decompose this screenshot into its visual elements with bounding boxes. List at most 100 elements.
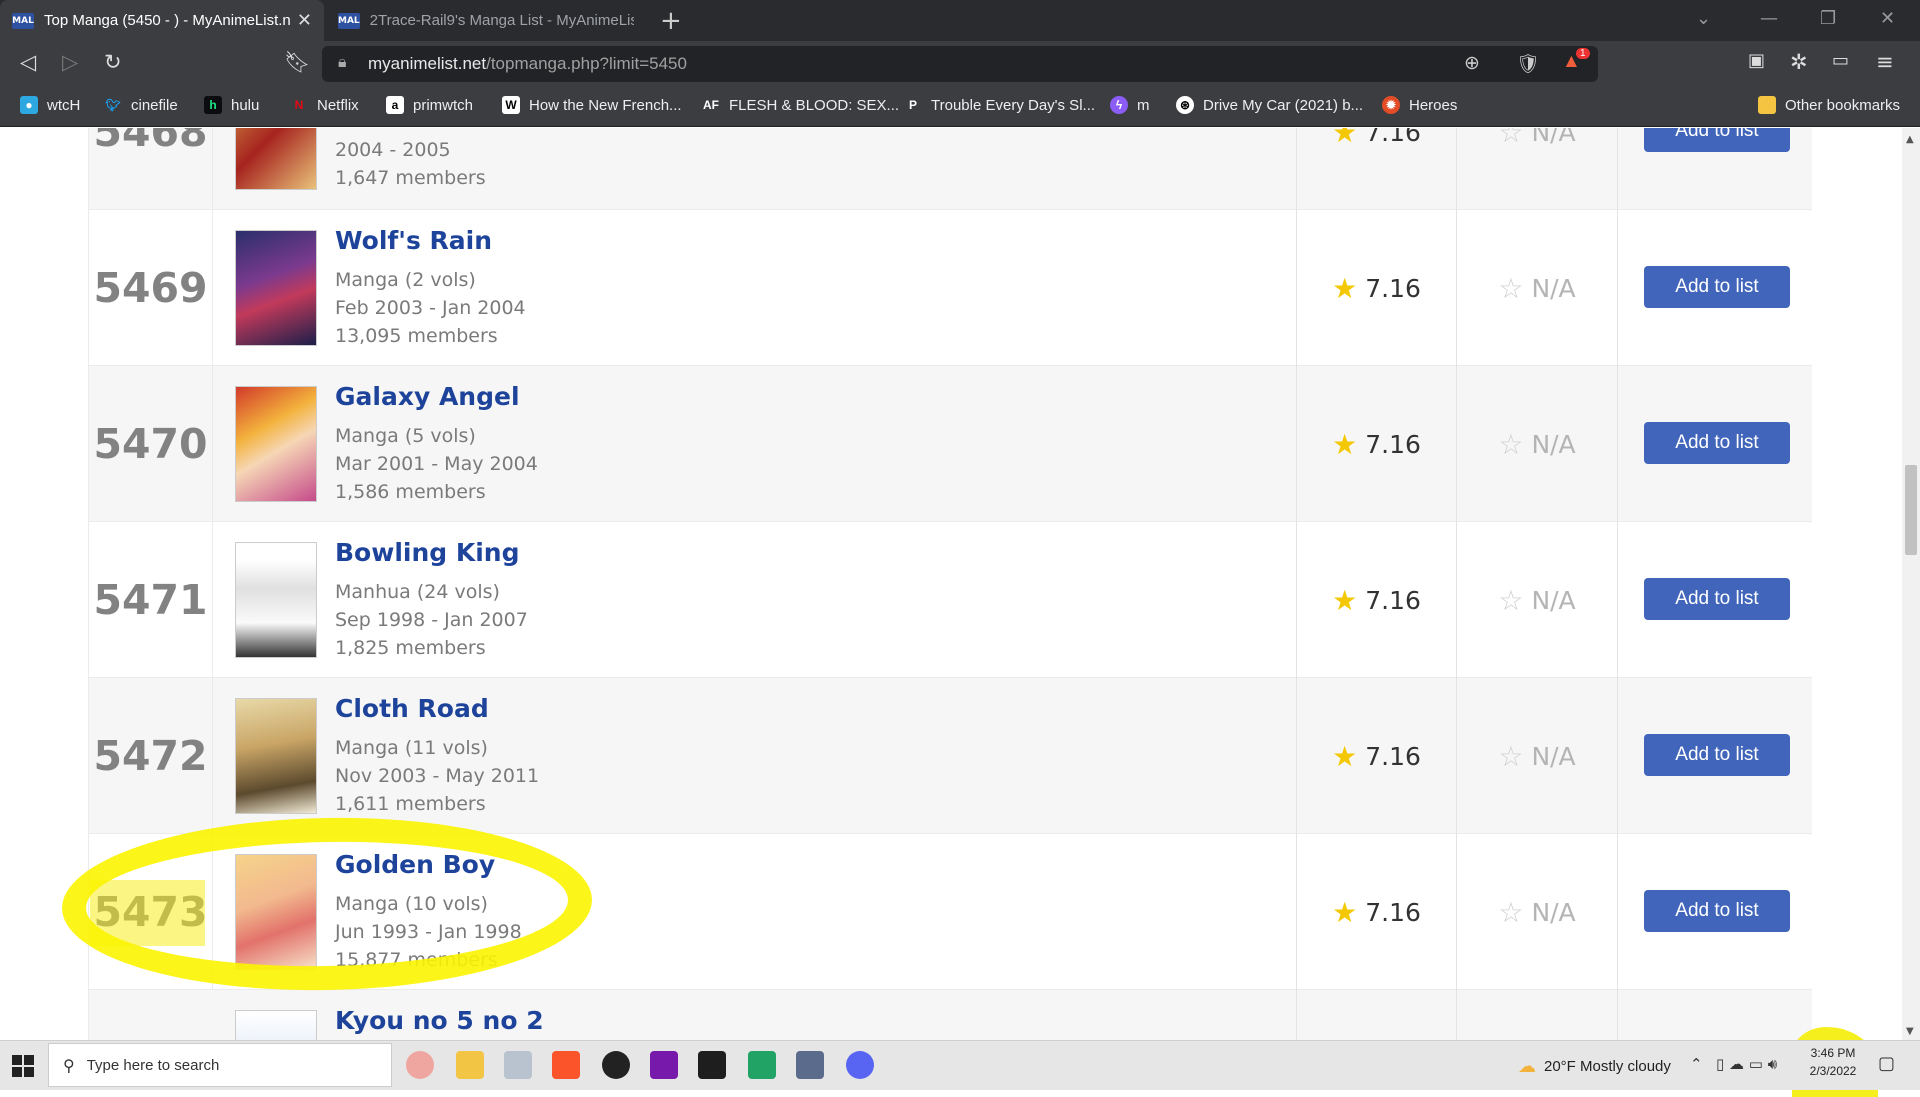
manga-cover-image[interactable] <box>235 1010 317 1040</box>
brave-browser-icon[interactable] <box>552 1051 580 1079</box>
star-empty-icon: ☆ <box>1498 427 1524 461</box>
manga-title-link[interactable]: Kyou no 5 no 2 <box>335 1006 544 1035</box>
media-player-icon[interactable] <box>602 1051 630 1079</box>
brave-shield-icon[interactable]: 🛡︎ <box>1516 52 1540 76</box>
spreadsheet-icon[interactable] <box>748 1051 776 1079</box>
table-row: 5470 Galaxy Angel Manga (5 vols) Mar 200… <box>88 366 1812 522</box>
bookmark-trouble-every-day[interactable]: P Trouble Every Day's Sl... <box>904 96 1095 114</box>
windows-start-icon[interactable] <box>12 1055 34 1077</box>
tab-top-manga[interactable]: MAL Top Manga (5450 - ) - MyAnimeList.n … <box>0 0 324 41</box>
tab-manga-list[interactable]: MAL 2Trace-Rail9's Manga List - MyAnimeL… <box>326 0 646 41</box>
close-tab-icon[interactable]: ✕ <box>297 10 312 31</box>
bookmark-flesh-and-blood[interactable]: AF FLESH & BLOOD: SEX... <box>702 96 899 114</box>
manga-dates: Feb 2003 - Jan 2004 <box>335 297 526 319</box>
add-to-list-button[interactable]: Add to list <box>1644 128 1790 152</box>
your-score-value: N/A <box>1531 429 1576 459</box>
address-bar[interactable]: 🔒︎ myanimelist.net/topmanga.php?limit=54… <box>322 46 1598 82</box>
manga-title-link[interactable]: Galaxy Angel <box>335 382 520 411</box>
menu-icon[interactable]: ≡ <box>1876 50 1894 74</box>
restore-icon[interactable]: ❐ <box>1820 8 1836 29</box>
manga-title-link[interactable]: Bowling King <box>335 538 520 567</box>
bookmark-how-the-new-french[interactable]: W How the New French... <box>502 96 682 114</box>
add-to-list-button[interactable]: Add to list <box>1644 578 1790 620</box>
manga-cover-image[interactable] <box>235 698 317 814</box>
folder-icon <box>1758 96 1776 114</box>
manga-members: 1,647 members <box>335 167 486 189</box>
tray-chevron-icon[interactable]: ⌃ <box>1690 1055 1703 1073</box>
other-bookmarks[interactable]: Other bookmarks <box>1758 96 1900 114</box>
add-to-list-button[interactable]: Add to list <box>1644 422 1790 464</box>
bookmark-heroes[interactable]: ✹ Heroes <box>1382 96 1457 114</box>
manga-members: 13,095 members <box>335 325 498 347</box>
your-score-cell: ☆ N/A <box>1457 210 1618 366</box>
forward-icon[interactable]: ▷ <box>62 50 78 74</box>
bookmark-m[interactable]: ϟm <box>1110 96 1150 114</box>
discord-icon[interactable] <box>846 1051 874 1079</box>
add-to-list-button[interactable]: Add to list <box>1644 890 1790 932</box>
scroll-down-icon[interactable]: ▼ <box>1906 1026 1914 1037</box>
bookmark-icon[interactable]: 🔖︎ <box>284 50 311 75</box>
window-close-icon[interactable]: ✕ <box>1880 8 1895 29</box>
back-icon[interactable]: ◁ <box>20 50 36 74</box>
tray-icons[interactable]: ▯ ☁ ▭ 🔊︎ <box>1716 1055 1777 1073</box>
bookmark-wtch[interactable]: ● wtcH <box>20 96 80 114</box>
snipping-tool-icon[interactable] <box>796 1051 824 1079</box>
manga-cover-image[interactable] <box>235 542 317 658</box>
bookmark-hulu[interactable]: h hulu <box>204 96 259 114</box>
minimize-icon[interactable]: — <box>1760 8 1778 29</box>
your-score-value: N/A <box>1531 273 1576 303</box>
your-score-cell: ☆ N/A <box>1457 522 1618 678</box>
wallet-icon[interactable]: ▭ <box>1832 50 1849 71</box>
manga-cover-image[interactable] <box>235 386 317 502</box>
reload-icon[interactable]: ↻ <box>104 50 122 74</box>
scroll-thumb[interactable] <box>1905 465 1917 555</box>
star-filled-icon: ★ <box>1332 739 1358 773</box>
score-value: 7.16 <box>1365 128 1421 147</box>
score-cell: ★ 7.16 <box>1296 366 1457 522</box>
score-cell: ★ 7.16 <box>1296 678 1457 834</box>
system-clock[interactable]: 3:46 PM 2/3/2022 <box>1800 1044 1866 1080</box>
bookmark-primwtch[interactable]: a primwtch <box>386 96 473 114</box>
add-to-list-button[interactable]: Add to list <box>1644 734 1790 776</box>
search-icon: ⚲ <box>63 1055 75 1075</box>
manga-title-link[interactable]: Wolf's Rain <box>335 226 492 255</box>
bookmark-netflix[interactable]: N Netflix <box>290 96 359 114</box>
page-scrollbar[interactable]: ▲ ▼ <box>1902 128 1920 1040</box>
your-score-value: N/A <box>1531 897 1576 927</box>
score-cell: ★ 7.16 <box>1296 128 1457 210</box>
score-cell: ★ 7.16 <box>1296 522 1457 678</box>
paint-app-icon[interactable] <box>406 1051 434 1079</box>
new-tab-button[interactable]: + <box>660 6 682 36</box>
manga-cover-image[interactable] <box>235 230 317 346</box>
score-value: 7.16 <box>1365 429 1421 459</box>
manga-members: 1,586 members <box>335 481 486 503</box>
file-explorer-icon[interactable] <box>456 1051 484 1079</box>
tab-search-icon[interactable]: ⌄ <box>1696 8 1711 29</box>
zoom-icon[interactable]: ⊕ <box>1464 52 1480 75</box>
score-value: 7.16 <box>1365 741 1421 771</box>
photos-app-icon[interactable] <box>504 1051 532 1079</box>
notifications-icon[interactable]: ▢ <box>1878 1053 1895 1074</box>
score-value: 7.16 <box>1365 585 1421 615</box>
bookmark-cinefile[interactable]: 🐦︎ cinefile <box>104 96 177 114</box>
extension-icon[interactable]: ▣ <box>1748 50 1765 71</box>
manga-type: Manga (5 vols) <box>335 425 476 447</box>
add-to-list-button[interactable]: Add to list <box>1644 266 1790 308</box>
scroll-up-icon[interactable]: ▲ <box>1906 134 1914 145</box>
colorful-dots-icon: ● <box>20 96 38 114</box>
manga-title-link[interactable]: Cloth Road <box>335 694 489 723</box>
your-score-value: N/A <box>1531 585 1576 615</box>
manga-cover-image[interactable] <box>235 128 317 190</box>
bookmark-drive-my-car[interactable]: ⊛ Drive My Car (2021) b... <box>1176 96 1363 114</box>
taskbar-search-input[interactable]: ⚲ Type here to search <box>48 1043 392 1087</box>
puzzle-extensions-icon[interactable]: ✲ <box>1790 50 1808 74</box>
weather-text: 20°F Mostly cloudy <box>1544 1058 1671 1075</box>
weather-widget[interactable]: ☁ 20°F Mostly cloudy <box>1518 1056 1671 1077</box>
your-score-value: N/A <box>1531 128 1576 147</box>
star-filled-icon: ★ <box>1332 427 1358 461</box>
windows-taskbar: ⚲ Type here to search ☁ 20°F Mostly clou… <box>0 1040 1920 1090</box>
onenote-icon[interactable] <box>650 1051 678 1079</box>
plex-icon[interactable] <box>698 1051 726 1079</box>
rank-number: 5469 <box>89 210 213 366</box>
browser-tab-strip: MAL Top Manga (5450 - ) - MyAnimeList.n … <box>0 0 1920 41</box>
